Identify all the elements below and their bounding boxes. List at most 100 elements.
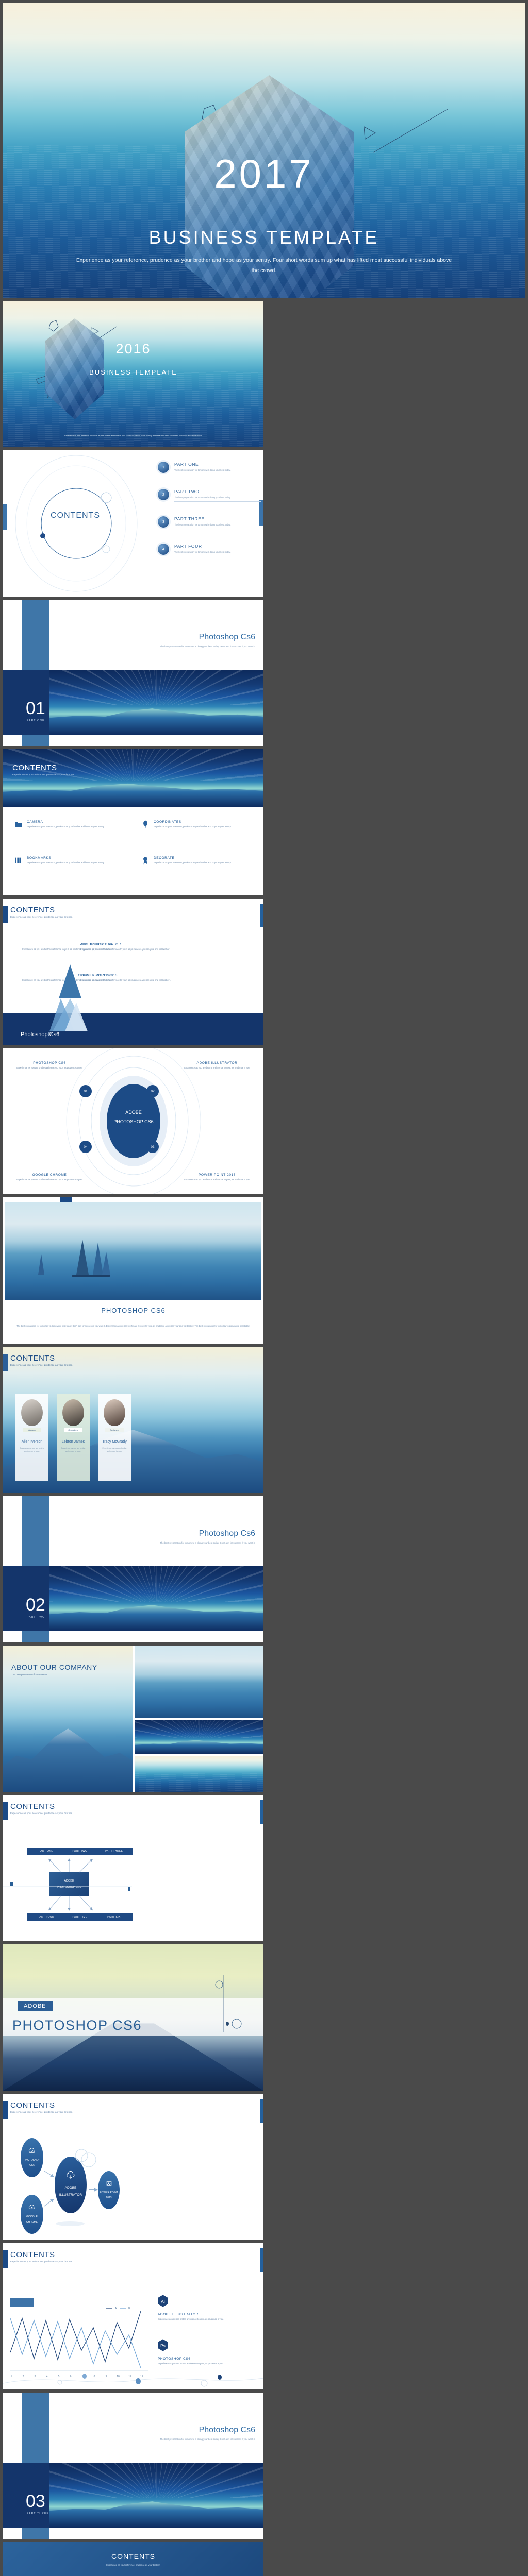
- cover-title: BUSINESS TEMPLATE: [148, 227, 380, 248]
- page-subtitle: Experience as your reference, prudence a…: [10, 2260, 73, 2263]
- contents-ring-item-title: PART TWO: [174, 489, 200, 494]
- slide-section-03: Photoshop Cs6 The best preparation for t…: [3, 2393, 263, 2539]
- cover-caption: Experience as your reference, prudence a…: [76, 257, 452, 274]
- contents-ring-item[interactable]: 3 PART THREE The best preparation for to…: [158, 516, 261, 529]
- road-banner-title: PHOTOSHOP CS6: [12, 2018, 142, 2033]
- linechart-side-item[interactable]: Ps PHOTOSHOP CS6 Experience as you are b…: [158, 2339, 259, 2366]
- left-tab-marker: [3, 1354, 8, 1371]
- contents-ring-item[interactable]: 4 PART FOUR The best preparation for tom…: [158, 544, 261, 556]
- section-number: 01: [26, 699, 45, 718]
- team-role: Manager: [23, 1428, 41, 1432]
- section-label: PART TWO: [27, 1616, 45, 1619]
- icon-grid-header: CONTENTS Experience as your reference, p…: [12, 764, 75, 776]
- section-right-sub: The best preparation for tomorrow is doi…: [160, 2438, 255, 2441]
- linechart-item-desc: Experience as you are brothe areference …: [158, 2318, 224, 2320]
- contents-ring-item[interactable]: 1 PART ONE The best preparation for tomo…: [158, 462, 261, 474]
- slide-deck: 2017 BUSINESS TEMPLATE Experience as you…: [0, 0, 528, 2576]
- slide-section-02: Photoshop Cs6 The best preparation for t…: [3, 1496, 263, 1642]
- page-subtitle: Experience as your reference, prudence a…: [12, 773, 75, 776]
- orbit-center-line2: PHOTOSHOP CS6: [113, 1119, 154, 1124]
- slide-icon-grid: CONTENTS Experience as your reference, p…: [3, 749, 263, 895]
- orbit-node-number[interactable]: 03: [146, 1141, 159, 1153]
- team-header: CONTENTS Experience as your reference, p…: [10, 1354, 73, 1366]
- orbit-node-number[interactable]: 01: [79, 1085, 92, 1097]
- page-title: CONTENTS: [111, 2552, 155, 2561]
- road-banner-tag: ADOBE: [18, 2001, 53, 2011]
- cover2-year: 2016: [116, 341, 151, 357]
- linechart-item-title: PHOTOSHOP CS6: [158, 2357, 191, 2361]
- section-right-title: Photoshop Cs6: [199, 1529, 255, 1538]
- orbit-node-title: PHOTOSHOP CS6: [33, 1061, 66, 1065]
- icon-grid-item-desc: Experience as your reference, prudence a…: [27, 861, 105, 864]
- icon-grid-item-desc: Experience as your reference, prudence a…: [154, 825, 232, 828]
- contents-orbit-rings: [15, 455, 138, 592]
- hex-ai-icon: Ai: [158, 2295, 168, 2307]
- slide-road-banner: ADOBE PHOTOSHOP CS6: [3, 1944, 263, 2091]
- orbit-node-desc: Experience as you are brothe areference …: [16, 1178, 82, 1181]
- cover2-caption: Experience as your reference, prudence a…: [64, 434, 202, 437]
- orbit-center-text: ADOBE PHOTOSHOP CS6: [95, 1108, 172, 1126]
- contents-ring-item[interactable]: 2 PART TWO The best preparation for tomo…: [158, 489, 261, 502]
- slide-section-01: Photoshop Cs6 The best preparation for t…: [3, 600, 263, 746]
- quad-item-desc: Experience as you are brothe areference …: [80, 948, 171, 951]
- team-desc: Experience as you are brothe areference …: [61, 1447, 86, 1453]
- section-number: 03: [26, 2492, 45, 2511]
- slide-team: CONTENTS Experience as your reference, p…: [3, 1347, 263, 1493]
- page-title: CONTENTS: [10, 1354, 55, 1363]
- contents-ring-item-desc: The best preparation for tomorrow is doi…: [174, 551, 231, 553]
- section-photo: [50, 1566, 263, 1631]
- quad-item[interactable]: ADOBE ILLUSTRATOR Experience as you are …: [80, 943, 184, 952]
- slide-cover-2016: 2016 BUSINESS TEMPLATE Experience as you…: [3, 301, 263, 447]
- quad-footer-label: Photoshop Cs6: [21, 1031, 60, 1038]
- folder-icon: [15, 822, 22, 827]
- team-name: Tracy McGrady: [102, 1440, 127, 1444]
- icon-grid-item-title: COORDINATES: [154, 820, 182, 824]
- slide-laptop: CONTENTS Experience as your reference, p…: [3, 2542, 263, 2576]
- section-right-sub: The best preparation for tomorrow is doi…: [160, 1541, 255, 1544]
- team-role: Designers: [105, 1428, 124, 1432]
- section-number: 02: [26, 1595, 45, 1615]
- icon-grid-item[interactable]: DECORATE Experience as your reference, p…: [141, 856, 252, 865]
- team-card[interactable]: Designers Tracy McGrady Experience as yo…: [98, 1394, 131, 1481]
- team-desc: Experience as you are brothe areference …: [20, 1447, 44, 1453]
- sailboat-photo: [5, 1202, 261, 1300]
- slide-linechart: CONTENTS Experience as your reference, p…: [3, 2243, 263, 2389]
- contents-ring-list: 1 PART ONE The best preparation for tomo…: [158, 462, 261, 556]
- orbit-node-number[interactable]: 04: [79, 1141, 92, 1153]
- quad-item[interactable]: POWER POINT 2013 Experience as you are b…: [80, 974, 184, 982]
- left-tab-marker: [3, 504, 7, 530]
- contents-ring-item-number: 1: [158, 462, 169, 473]
- contents-ring-item-number: 3: [158, 516, 169, 528]
- icon-grid-item[interactable]: BOOKMARKS Experience as your reference, …: [14, 856, 125, 865]
- books-icon: [15, 857, 21, 863]
- orbit-node-label: GOOGLE CHROME Experience as you are brot…: [8, 1173, 91, 1182]
- section-photo: [50, 2463, 263, 2528]
- slide-quad-triangle: CONTENTS Experience as your reference, p…: [3, 899, 263, 1045]
- photo-caption-body: The best preparation for tomorrow is doi…: [16, 1325, 250, 1327]
- orbit-node-title: GOOGLE CHROME: [32, 1173, 67, 1177]
- linechart-side-item[interactable]: Ai ADOBE ILLUSTRATOR Experience as you a…: [158, 2295, 259, 2321]
- team-card[interactable]: Operations Lebron James Experience as yo…: [57, 1394, 90, 1481]
- team-name: Allen Iverson: [21, 1440, 43, 1444]
- orbit-node-title: ADOBE ILLUSTRATOR: [196, 1061, 238, 1065]
- quad-item-title: POWER POINT 2013: [80, 974, 118, 977]
- icon-grid-item-title: DECORATE: [154, 856, 175, 860]
- icon-grid-item[interactable]: COORDINATES Experience as your reference…: [141, 820, 252, 829]
- svg-text:Ps: Ps: [160, 2343, 166, 2348]
- slide-about-company: ABOUT OUR COMPANY The best preparation f…: [3, 1646, 263, 1792]
- bottom-wave-decoration: [3, 2374, 263, 2387]
- avatar: [21, 1399, 43, 1426]
- section-right-text: Photoshop Cs6 The best preparation for t…: [160, 1529, 255, 1544]
- orbit-node-number[interactable]: 02: [146, 1085, 159, 1097]
- icon-grid-item[interactable]: CAMERA Experience as your reference, pru…: [14, 820, 125, 829]
- slide-cover: 2017 BUSINESS TEMPLATE Experience as you…: [3, 3, 525, 298]
- section-label: PART THREE: [27, 2512, 50, 2515]
- section-right-text: Photoshop Cs6 The best preparation for t…: [160, 633, 255, 648]
- team-role: Operations: [64, 1428, 82, 1432]
- contents-ring-item-desc: The best preparation for tomorrow is doi…: [174, 496, 231, 499]
- orbit-node-desc: Experience as you are brothe areference …: [184, 1178, 250, 1181]
- team-card[interactable]: Manager Allen Iverson Experience as you …: [15, 1394, 48, 1481]
- flow-arrows: [44, 2149, 98, 2226]
- icon-grid-item-desc: Experience as your reference, prudence a…: [154, 861, 232, 864]
- left-tab-marker: [3, 2250, 8, 2268]
